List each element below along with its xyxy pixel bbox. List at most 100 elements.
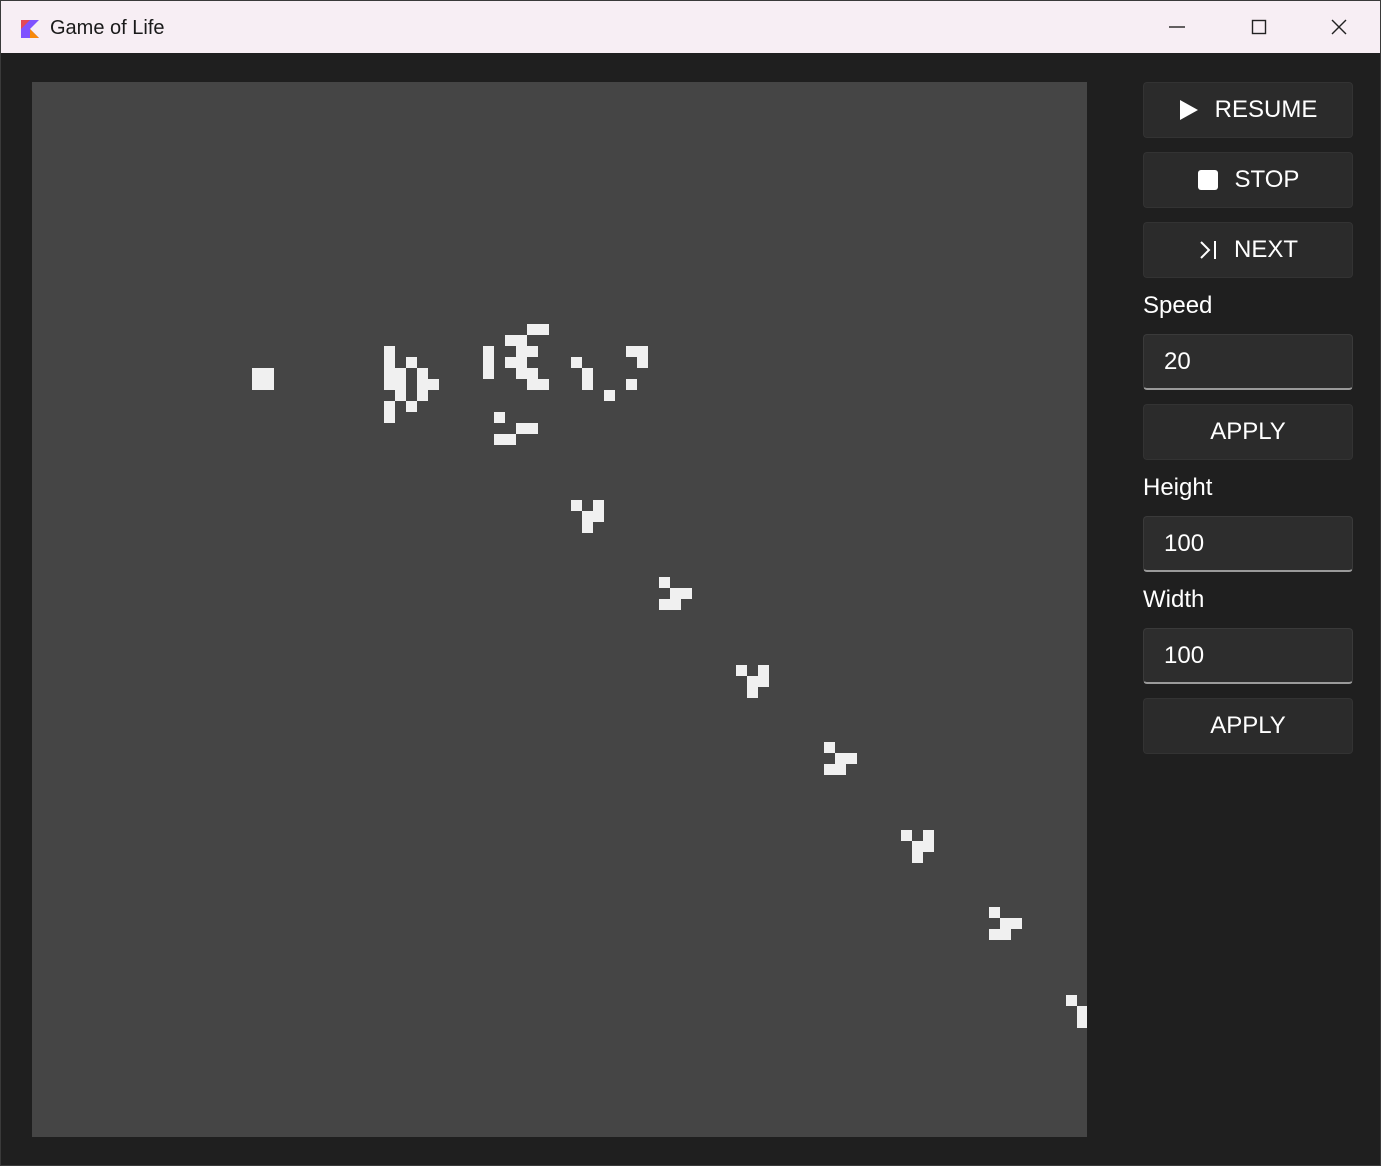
alive-cell — [483, 346, 494, 357]
alive-cell — [538, 379, 549, 390]
alive-cell — [846, 753, 857, 764]
alive-cell — [582, 368, 593, 379]
alive-cell — [758, 665, 769, 676]
alive-cell — [736, 665, 747, 676]
maximize-icon — [1251, 19, 1267, 35]
alive-cell — [989, 929, 1000, 940]
next-button[interactable]: NEXT — [1143, 222, 1353, 278]
height-input[interactable]: 100 — [1143, 516, 1353, 572]
close-button[interactable] — [1299, 1, 1379, 53]
alive-cell — [505, 357, 516, 368]
alive-cell — [571, 500, 582, 511]
alive-cell — [417, 368, 428, 379]
alive-cell — [593, 511, 604, 522]
alive-cell — [912, 841, 923, 852]
alive-cell — [527, 368, 538, 379]
alive-cell — [681, 588, 692, 599]
alive-cell — [835, 753, 846, 764]
stop-label: STOP — [1234, 166, 1300, 193]
alive-cell — [494, 412, 505, 423]
stop-button[interactable]: STOP — [1143, 152, 1353, 208]
alive-cell — [406, 401, 417, 412]
alive-cell — [417, 390, 428, 401]
alive-cell — [1000, 918, 1011, 929]
apply-size-button[interactable]: APPLY — [1143, 698, 1353, 754]
alive-cell — [384, 401, 395, 412]
alive-cell — [395, 379, 406, 390]
alive-cell — [659, 577, 670, 588]
alive-cell — [384, 346, 395, 357]
alive-cell — [835, 764, 846, 775]
alive-cell — [1077, 1006, 1087, 1017]
alive-cell — [384, 379, 395, 390]
alive-cell — [505, 434, 516, 445]
alive-cell — [483, 357, 494, 368]
alive-cell — [604, 390, 615, 401]
alive-cell — [747, 687, 758, 698]
alive-cell — [263, 368, 274, 379]
alive-cell — [582, 522, 593, 533]
maximize-button[interactable] — [1219, 1, 1299, 53]
speed-input[interactable]: 20 — [1143, 334, 1353, 390]
alive-cell — [901, 830, 912, 841]
minimize-icon — [1169, 26, 1185, 28]
alive-cell — [494, 434, 505, 445]
alive-cell — [252, 368, 263, 379]
alive-cell — [384, 357, 395, 368]
alive-cell — [923, 841, 934, 852]
alive-cell — [582, 511, 593, 522]
minimize-button[interactable] — [1137, 1, 1217, 53]
window-title: Game of Life — [50, 17, 165, 39]
alive-cell — [527, 423, 538, 434]
alive-cell — [384, 368, 395, 379]
alive-cell — [637, 346, 648, 357]
alive-cell — [824, 764, 835, 775]
alive-cell — [516, 368, 527, 379]
alive-cell — [912, 852, 923, 863]
alive-cell — [626, 379, 637, 390]
alive-cell — [824, 742, 835, 753]
alive-cell — [527, 379, 538, 390]
alive-cell — [989, 907, 1000, 918]
alive-cell — [1011, 918, 1022, 929]
width-input[interactable]: 100 — [1143, 628, 1353, 684]
alive-cell — [582, 379, 593, 390]
alive-cell — [1066, 995, 1077, 1006]
alive-cell — [538, 324, 549, 335]
play-icon — [1179, 100, 1198, 120]
alive-cell — [516, 346, 527, 357]
game-board[interactable] — [32, 82, 1087, 1137]
resume-button[interactable]: RESUME — [1143, 82, 1353, 138]
alive-cell — [428, 379, 439, 390]
apply-speed-button[interactable]: APPLY — [1143, 404, 1353, 460]
skip-next-icon — [1200, 241, 1216, 259]
width-label: Width — [1143, 586, 1205, 613]
alive-cell — [516, 335, 527, 346]
resume-label: RESUME — [1214, 96, 1318, 123]
alive-cell — [747, 676, 758, 687]
alive-cell — [483, 368, 494, 379]
alive-cell — [527, 324, 538, 335]
alive-cell — [395, 390, 406, 401]
alive-cell — [1077, 1017, 1087, 1028]
alive-cell — [626, 346, 637, 357]
alive-cell — [516, 357, 527, 368]
app-window: Game of Life RESUME STOP NEXT Speed 20 A… — [0, 0, 1381, 1166]
alive-cell — [670, 599, 681, 610]
close-icon — [1331, 19, 1347, 35]
next-label: NEXT — [1233, 236, 1298, 263]
alive-cell — [384, 412, 395, 423]
title-bar[interactable]: Game of Life — [1, 1, 1380, 53]
alive-cell — [670, 588, 681, 599]
alive-cell — [252, 379, 263, 390]
alive-cell — [505, 335, 516, 346]
stop-icon — [1197, 170, 1218, 190]
alive-cell — [923, 830, 934, 841]
alive-cell — [406, 357, 417, 368]
alive-cell — [263, 379, 274, 390]
alive-cell — [659, 599, 670, 610]
alive-cell — [527, 346, 538, 357]
alive-cell — [571, 357, 582, 368]
alive-cell — [1000, 929, 1011, 940]
speed-label: Speed — [1143, 292, 1213, 319]
